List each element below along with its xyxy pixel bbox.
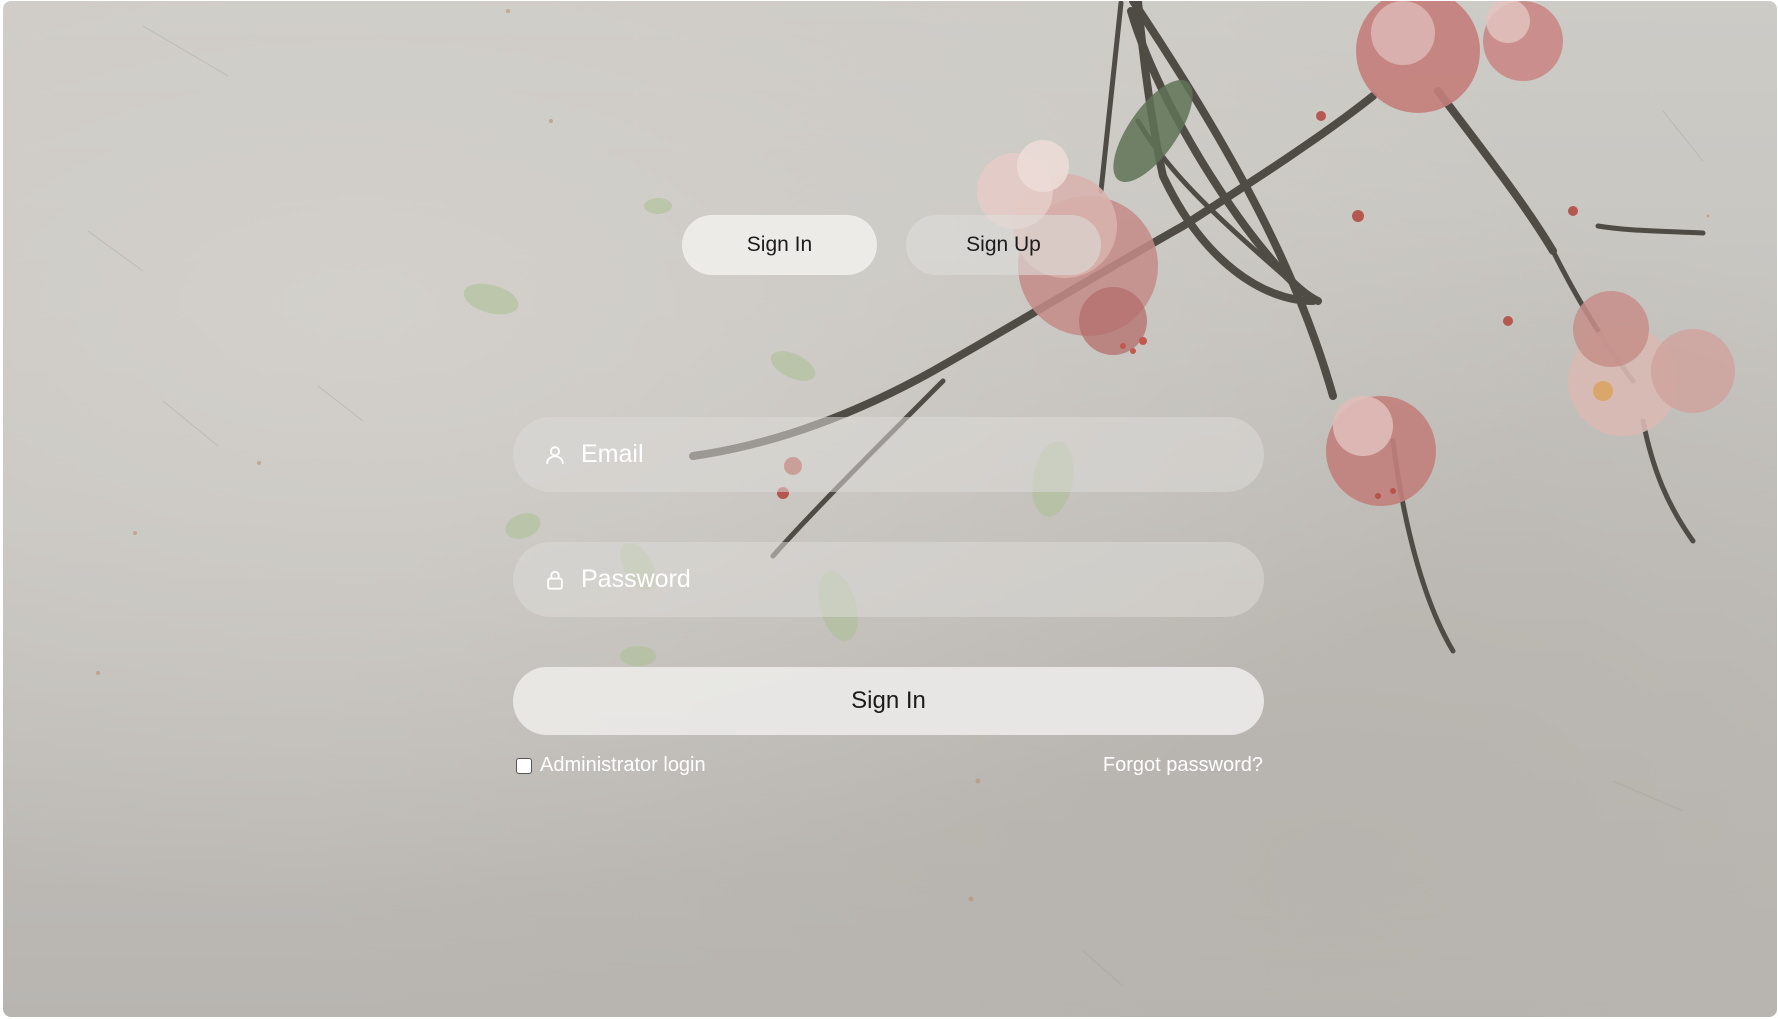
admin-login-checkbox[interactable] bbox=[516, 757, 532, 774]
plum-blossom-background bbox=[87, 1, 1735, 987]
tab-sign-in[interactable]: Sign In bbox=[682, 215, 877, 275]
password-input[interactable] bbox=[581, 559, 1221, 600]
password-field[interactable] bbox=[513, 542, 1264, 617]
user-icon bbox=[543, 443, 567, 467]
lock-icon bbox=[543, 568, 567, 592]
admin-login-label[interactable]: Administrator login bbox=[540, 754, 706, 777]
forgot-password-link[interactable]: Forgot password? bbox=[1103, 754, 1263, 777]
email-field[interactable] bbox=[513, 417, 1264, 492]
login-page: Sign In Sign Up Sign In Administrator lo… bbox=[3, 1, 1777, 1017]
email-input[interactable] bbox=[581, 434, 1221, 475]
tab-sign-up[interactable]: Sign Up bbox=[906, 215, 1101, 275]
admin-login-option[interactable]: Administrator login bbox=[516, 754, 706, 777]
sign-in-button[interactable]: Sign In bbox=[513, 667, 1264, 735]
